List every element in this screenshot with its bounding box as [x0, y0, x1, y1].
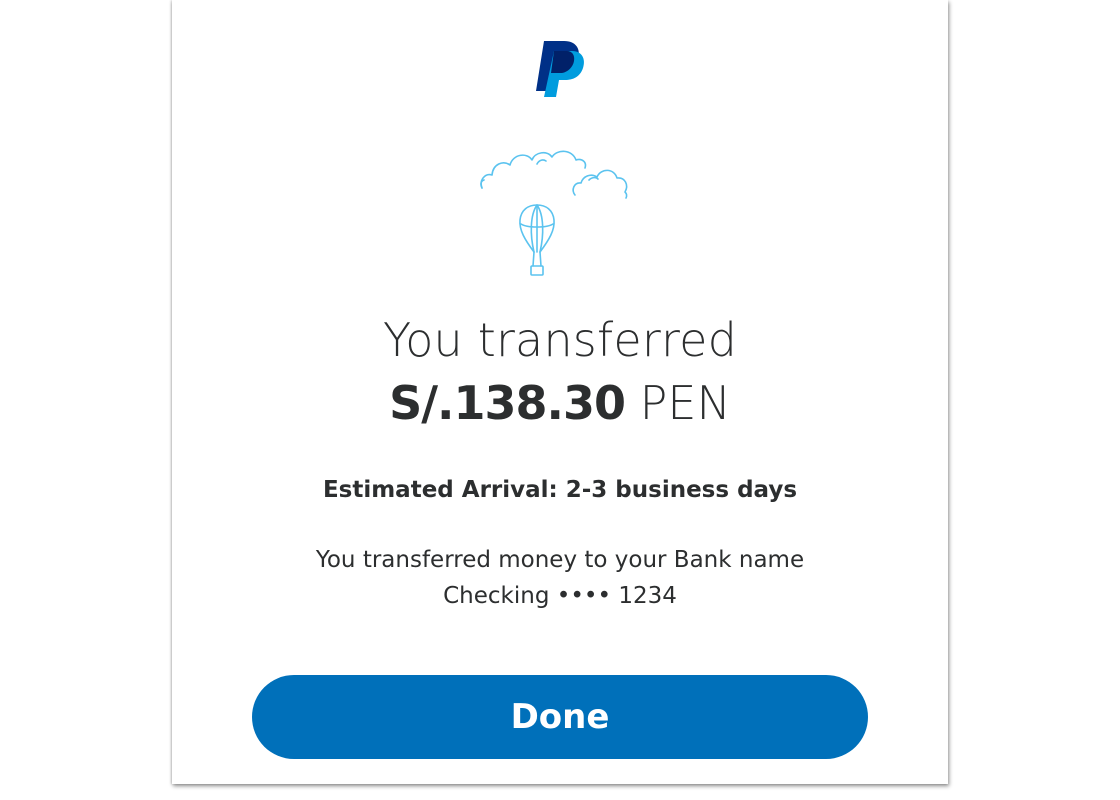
transfer-confirmation-card: You transferred S/.138.30 PEN Estimated …	[172, 0, 948, 784]
headline: You transferred	[383, 313, 737, 367]
transfer-message: You transferred money to your Bank name …	[172, 542, 948, 614]
transfer-amount: S/.138.30 PEN	[172, 376, 948, 430]
message-line-1: You transferred money to your Bank name	[315, 547, 805, 573]
paypal-logo-icon	[534, 39, 586, 99]
amount-currency: PEN	[639, 376, 731, 430]
estimated-arrival: Estimated Arrival: 2-3 business days	[322, 477, 798, 503]
hot-air-balloon-clouds-icon	[477, 140, 647, 292]
amount-value: S/.138.30	[389, 376, 626, 430]
done-button[interactable]: Done	[252, 675, 868, 759]
message-line-2: Checking •••• 1234	[443, 583, 677, 609]
